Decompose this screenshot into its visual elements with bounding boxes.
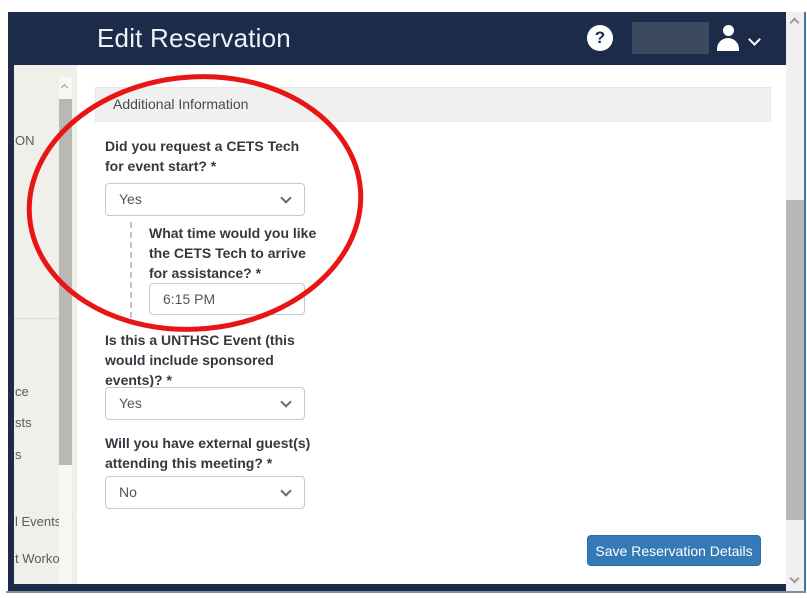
window-bottom-border [6, 591, 806, 593]
sidebar: ON ce sts s l Events T t Workor [14, 65, 77, 584]
cets-tech-select-value: Yes [119, 184, 142, 215]
chevron-down-icon [280, 485, 291, 496]
user-icon-shoulders [717, 38, 739, 51]
nested-question-indent-line [130, 222, 132, 318]
question-unthsc-event-label: Is this a UNTHSC Event (this would inclu… [105, 330, 315, 390]
main-panel: Additional Information Did you request a… [77, 65, 786, 584]
cets-tech-select[interactable]: Yes [105, 183, 305, 216]
question-cets-tech-label: Did you request a CETS Tech for event st… [105, 136, 310, 176]
user-account-icon[interactable] [716, 25, 740, 52]
sidebar-item-clipped-3[interactable]: sts [15, 415, 32, 430]
edit-reservation-screen: Edit Reservation ? ON ce sts s l Events … [0, 0, 807, 598]
sidebar-item-clipped-1[interactable]: ON [15, 133, 35, 148]
chevron-down-icon [280, 192, 291, 203]
page-scrollbar[interactable] [786, 12, 806, 591]
sidebar-divider [14, 318, 59, 319]
sidebar-item-clipped-4[interactable]: s [15, 447, 22, 462]
chevron-down-icon [280, 396, 291, 407]
page-scroll-down-icon[interactable] [790, 574, 800, 584]
external-guests-select-value: No [119, 477, 137, 508]
unthsc-event-select[interactable]: Yes [105, 387, 305, 420]
external-guests-select[interactable]: No [105, 476, 305, 509]
sidebar-item-clipped-6[interactable]: t Workor [15, 551, 64, 566]
page-scrollbar-thumb[interactable] [786, 200, 804, 520]
page-bottom-rail [8, 584, 786, 591]
save-reservation-button[interactable]: Save Reservation Details [587, 535, 761, 566]
section-header: Additional Information [95, 87, 771, 122]
app-header: Edit Reservation ? [8, 12, 786, 65]
sidebar-scrollbar-thumb[interactable] [59, 99, 72, 465]
sidebar-scrollbar[interactable] [59, 77, 72, 584]
question-external-guests-label: Will you have external guest(s) attendin… [105, 433, 330, 473]
question-arrival-time-label: What time would you like the CETS Tech t… [149, 223, 317, 283]
page-title: Edit Reservation [97, 12, 291, 65]
user-icon-head [723, 25, 734, 36]
sidebar-scroll-up-icon[interactable] [61, 84, 68, 91]
user-menu-chevron-down-icon[interactable] [748, 33, 761, 46]
sidebar-item-clipped-2[interactable]: ce [15, 384, 29, 399]
help-icon[interactable]: ? [587, 25, 613, 51]
redacted-username[interactable] [632, 22, 709, 54]
unthsc-event-select-value: Yes [119, 388, 142, 419]
page-scroll-up-icon[interactable] [790, 18, 800, 28]
arrival-time-input[interactable] [149, 283, 305, 315]
